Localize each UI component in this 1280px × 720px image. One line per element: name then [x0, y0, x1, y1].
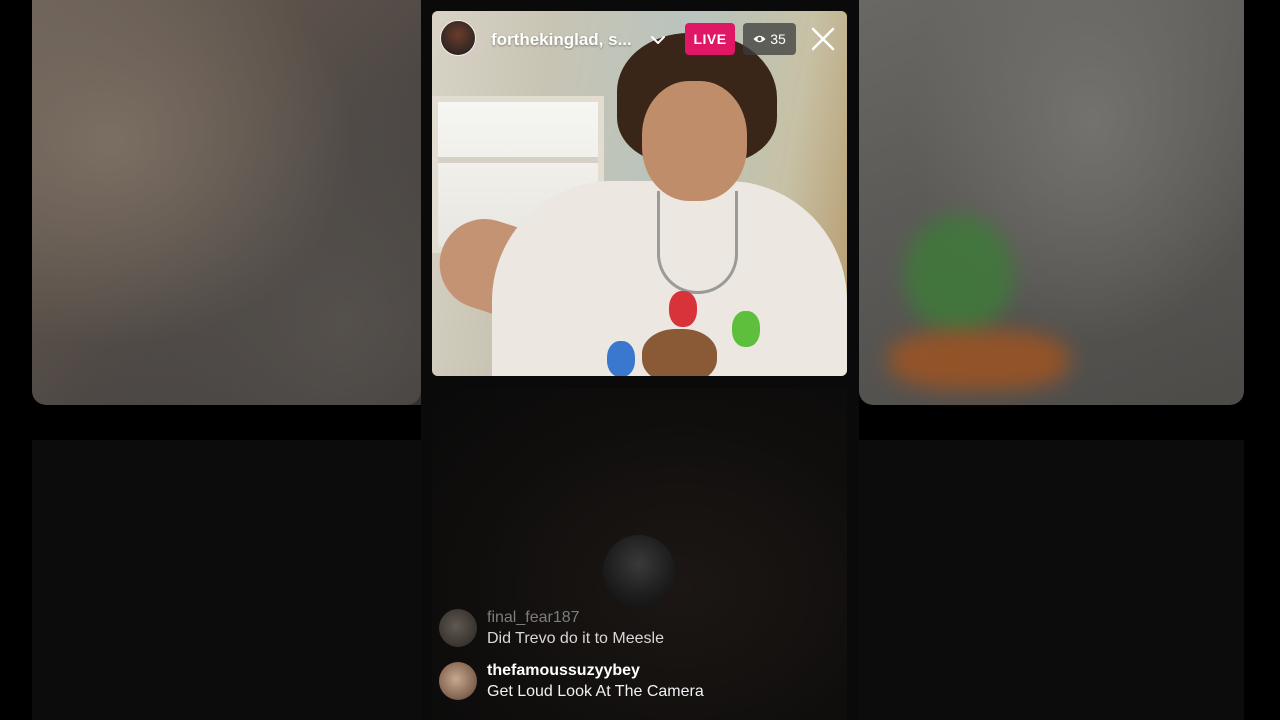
blurred-guest-left: [32, 440, 421, 720]
comment-avatar[interactable]: [439, 662, 477, 700]
blurred-video-left: [32, 0, 421, 405]
comment-avatar[interactable]: [439, 609, 477, 647]
blurred-guest-right: [859, 440, 1244, 720]
eye-icon: [753, 35, 766, 43]
viewer-count[interactable]: 35: [743, 23, 796, 55]
host-avatar[interactable]: [440, 20, 476, 56]
live-badge: LIVE: [685, 23, 735, 55]
host-username[interactable]: forthekinglad, s...: [491, 30, 641, 50]
blurred-background-left: [0, 0, 421, 720]
comment-username[interactable]: final_fear187: [487, 609, 580, 627]
viewer-count-value: 35: [770, 31, 786, 47]
blurred-background-right: [859, 0, 1280, 720]
blurred-video-right: [859, 0, 1244, 405]
host-video[interactable]: forthekinglad, s... LIVE 35: [432, 11, 847, 376]
comment-text: Get Loud Look At The Camera: [487, 683, 704, 700]
comment-text: Did Trevo do it to Meesle: [487, 630, 664, 647]
live-stream-view: forthekinglad, s... LIVE 35 final_fear18…: [421, 0, 859, 720]
chevron-down-icon[interactable]: [649, 31, 667, 49]
guest-avatar[interactable]: [603, 535, 675, 607]
comment-username[interactable]: thefamoussuzyybey: [487, 662, 640, 680]
close-icon[interactable]: [810, 26, 836, 52]
